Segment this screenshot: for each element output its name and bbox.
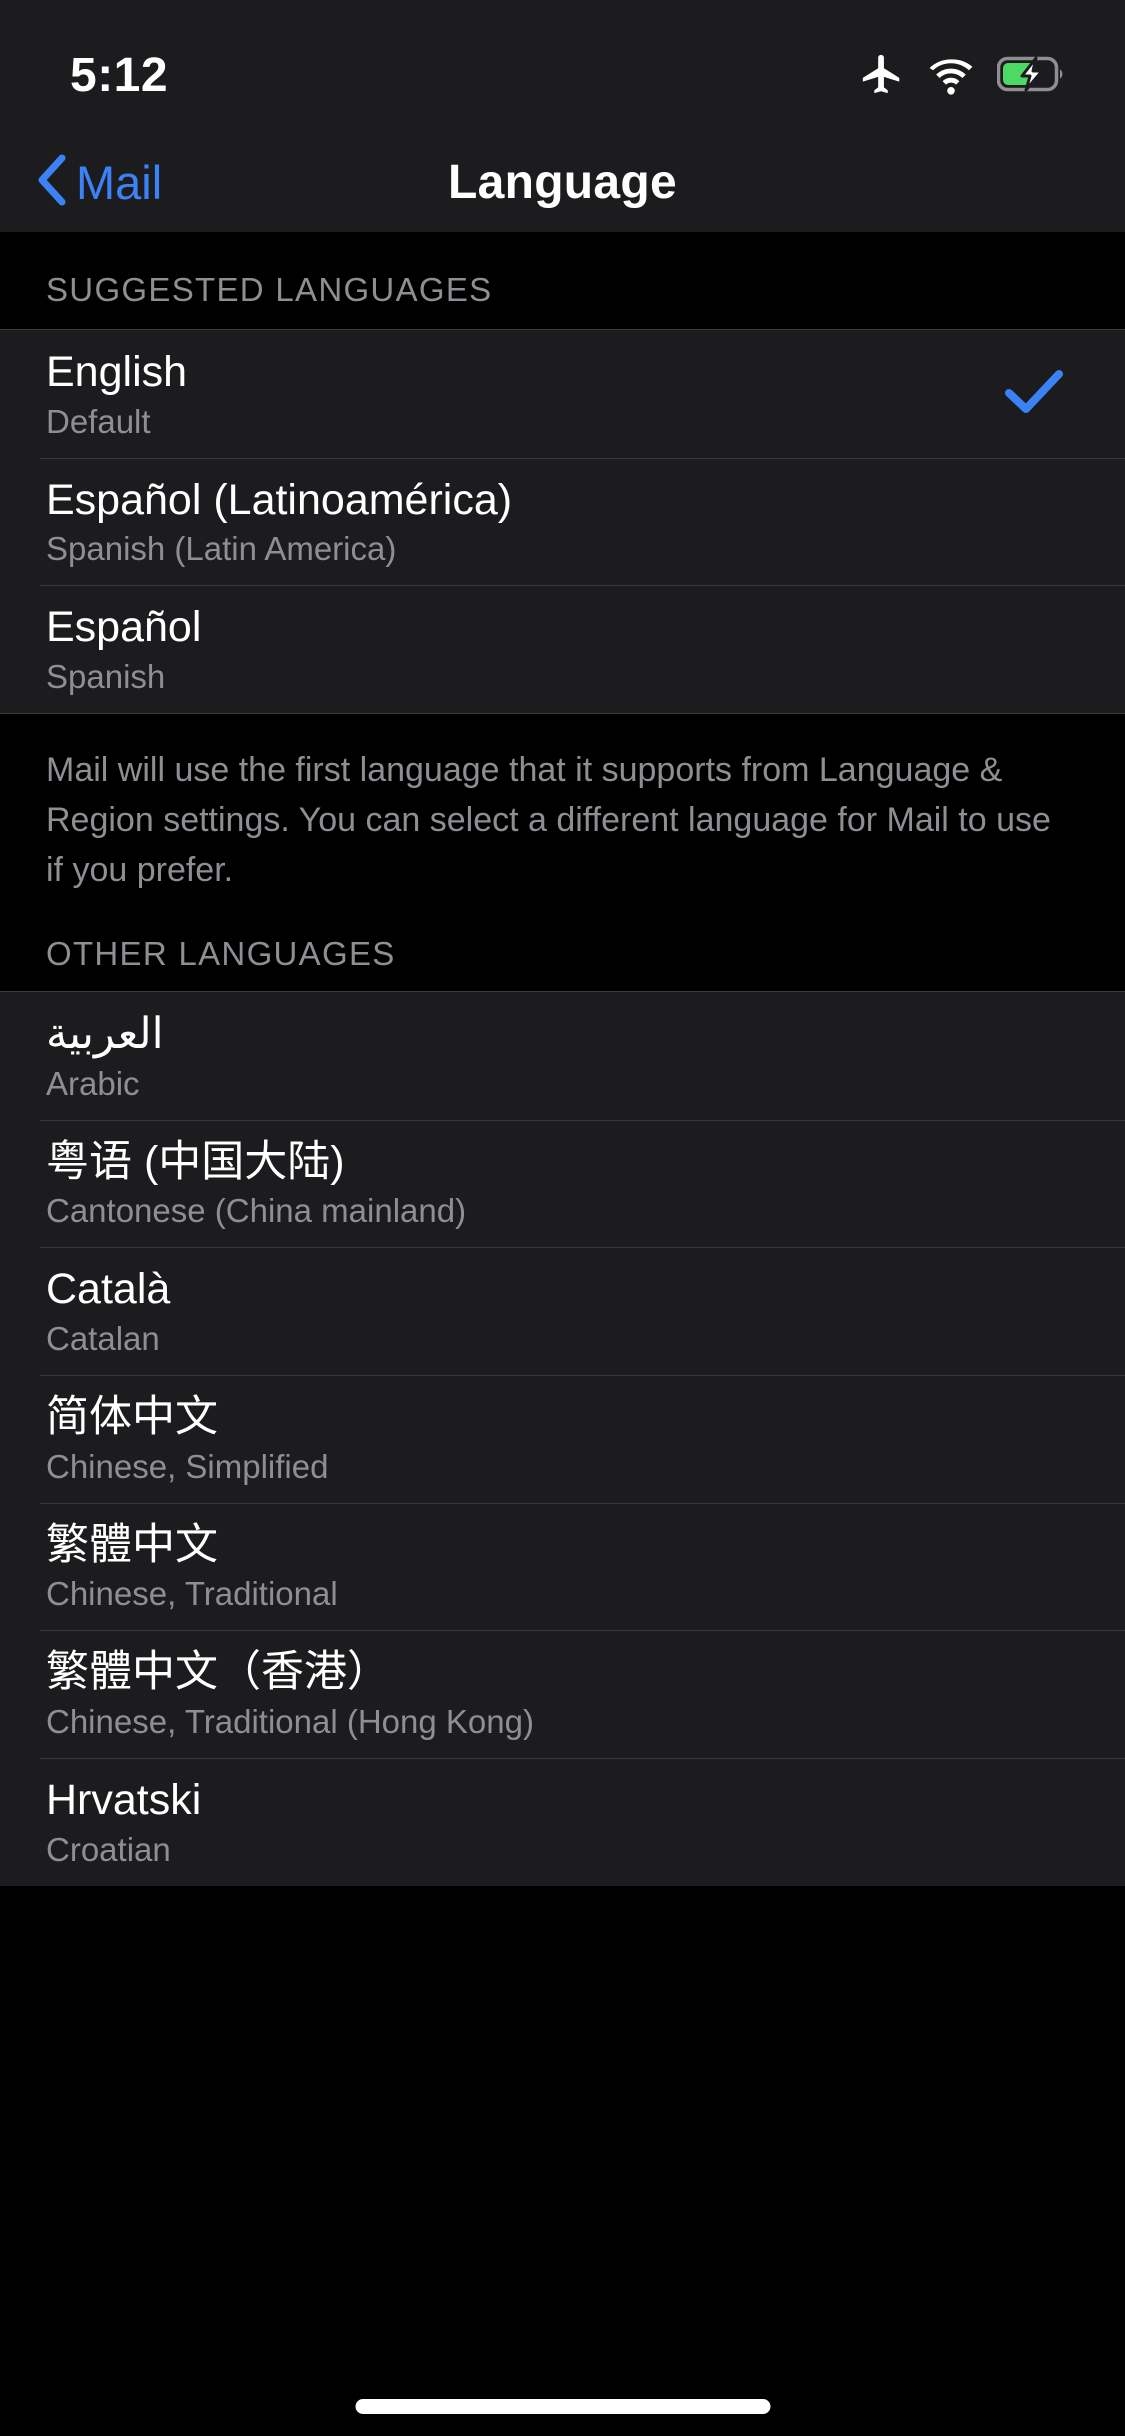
list-item-texts: English Default	[46, 347, 187, 442]
list-item-texts: 简体中文 Chinese, Simplified	[46, 1392, 328, 1487]
list-item[interactable]: Español (Latinoamérica) Spanish (Latin A…	[0, 457, 1125, 586]
wifi-icon	[927, 50, 975, 103]
other-languages-group: العربية Arabic 粤语 (中国大陆) Cantonese (Chin…	[0, 990, 1125, 1886]
list-item-subtitle: Cantonese (China mainland)	[46, 1192, 467, 1230]
settings-list[interactable]: SUGGESTED LANGUAGES English Default Espa…	[0, 232, 1125, 2436]
status-bar: 5:12	[0, 0, 1125, 132]
airplane-mode-icon	[859, 51, 905, 102]
list-item-title: العربية	[46, 1009, 164, 1058]
list-item-title: Español	[46, 603, 202, 652]
list-item[interactable]: العربية Arabic	[0, 992, 1125, 1120]
list-item-title: 简体中文	[46, 1392, 218, 1441]
section-header-other: OTHER LANGUAGES	[46, 934, 396, 972]
list-item-subtitle: Croatian	[46, 1830, 171, 1868]
status-bar-indicators	[859, 50, 1067, 103]
list-item[interactable]: 粤语 (中国大陆) Cantonese (China mainland)	[0, 1119, 1125, 1248]
list-item-texts: 粤语 (中国大陆) Cantonese (China mainland)	[46, 1137, 466, 1232]
list-item[interactable]: 简体中文 Chinese, Simplified	[0, 1374, 1125, 1503]
list-item-texts: 繁體中文（香港） Chinese, Traditional (Hong Kong…	[46, 1647, 534, 1742]
list-item-title: English	[46, 348, 188, 396]
checkmark-icon	[1005, 369, 1063, 420]
page-title: Language	[447, 155, 678, 209]
list-item-subtitle: Chinese, Simplified	[46, 1447, 329, 1485]
home-indicator[interactable]	[355, 2399, 770, 2414]
status-bar-time: 5:12	[70, 48, 169, 102]
section-footer-note: Mail will use the first language that it…	[46, 751, 1051, 889]
list-item[interactable]: Hrvatski Croatian	[0, 1757, 1125, 1886]
list-item-texts: Español (Latinoamérica) Spanish (Latin A…	[46, 475, 512, 570]
list-item-title: 繁體中文（香港）	[46, 1648, 390, 1697]
list-item-texts: 繁體中文 Chinese, Traditional	[46, 1520, 338, 1615]
list-item-title: 粤语 (中国大陆)	[46, 1137, 345, 1186]
list-item-subtitle: Catalan	[46, 1320, 160, 1357]
list-item-subtitle: Default	[46, 402, 151, 440]
suggested-languages-group: English Default Español (Latinoamérica) …	[0, 329, 1125, 715]
list-item-subtitle: Spanish	[46, 658, 166, 696]
list-item-title: Català	[46, 1265, 171, 1314]
list-item-texts: Hrvatski Croatian	[46, 1775, 201, 1870]
list-item-subtitle: Spanish (Latin America)	[46, 530, 397, 568]
battery-charging-icon	[996, 56, 1067, 97]
list-item[interactable]: Català Catalan	[0, 1247, 1125, 1375]
list-item-title: Hrvatski	[46, 1775, 202, 1824]
list-item-texts: Català Catalan	[46, 1264, 170, 1359]
list-item[interactable]: 繁體中文 Chinese, Traditional	[0, 1502, 1125, 1631]
list-item-texts: العربية Arabic	[46, 1009, 164, 1104]
section-header-suggested: SUGGESTED LANGUAGES	[46, 271, 493, 308]
list-item[interactable]: English Default	[0, 330, 1125, 458]
list-item-title: 繁體中文	[46, 1520, 218, 1569]
list-item-title: Español (Latinoamérica)	[46, 475, 513, 524]
list-item-texts: Español Spanish	[46, 602, 201, 697]
list-item-subtitle: Chinese, Traditional (Hong Kong)	[46, 1703, 534, 1741]
list-item[interactable]: 繁體中文（香港） Chinese, Traditional (Hong Kong…	[0, 1630, 1125, 1758]
navigation-bar: Mail Language	[0, 132, 1125, 232]
list-item-subtitle: Chinese, Traditional	[46, 1575, 338, 1613]
iphone-screen: 5:12 Mail Language SUGGESTED LANGUAGES E…	[0, 0, 1125, 2436]
list-item-subtitle: Arabic	[46, 1064, 140, 1102]
list-item[interactable]: Español Spanish	[0, 585, 1125, 713]
